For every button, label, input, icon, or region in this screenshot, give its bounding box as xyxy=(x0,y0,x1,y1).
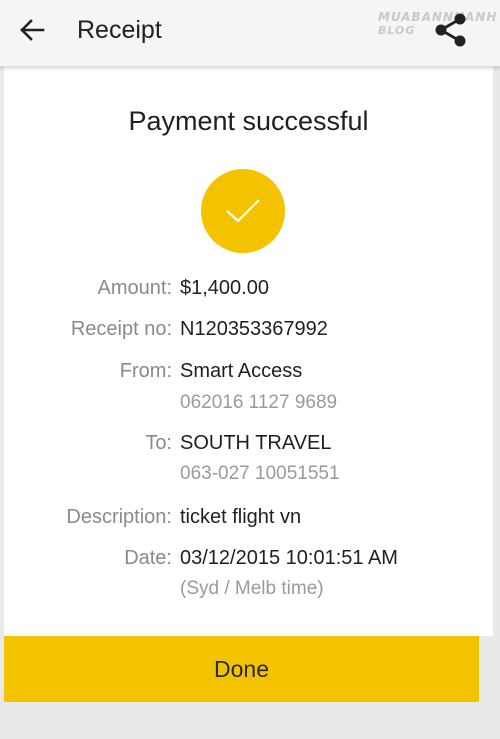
from-account-number: 062016 1127 9689 xyxy=(180,392,338,413)
from-row: From: Smart Access xyxy=(4,356,493,386)
app-bar: Receipt MUABANNHANH BLOG xyxy=(0,0,500,67)
amount-row: Amount: $1,400.00 xyxy=(4,273,493,303)
date-row: Date: 03/12/2015 10:01:51 AM xyxy=(4,543,493,573)
share-icon xyxy=(435,13,466,47)
to-label: To: xyxy=(145,432,172,454)
share-button[interactable] xyxy=(430,8,472,52)
from-label: From: xyxy=(119,360,172,382)
description-label: Description: xyxy=(66,506,172,528)
to-account-number: 063-027 10051551 xyxy=(180,463,340,484)
receipt-no-row: Receipt no: N120353367992 xyxy=(4,314,493,344)
arrow-left-icon xyxy=(20,19,45,41)
receipt-no-value: N120353367992 xyxy=(180,318,328,340)
back-button[interactable] xyxy=(10,10,54,50)
receipt-card: Payment successful Amount: $1,400.00 Rec… xyxy=(4,66,493,636)
to-value: SOUTH TRAVEL xyxy=(180,432,332,454)
success-badge xyxy=(201,169,285,253)
date-timezone-note: (Syd / Melb time) xyxy=(180,578,324,599)
receipt-no-label: Receipt no: xyxy=(70,318,172,340)
from-value: Smart Access xyxy=(180,360,303,382)
page-title: Receipt xyxy=(77,16,162,44)
done-button[interactable]: Done xyxy=(4,636,479,702)
amount-value: $1,400.00 xyxy=(180,277,269,299)
amount-label: Amount: xyxy=(97,277,172,299)
payment-status-heading: Payment successful xyxy=(128,106,369,136)
date-value: 03/12/2015 10:01:51 AM xyxy=(180,547,398,569)
checkmark-icon xyxy=(226,199,260,223)
description-row: Description: ticket flight vn xyxy=(4,502,493,532)
date-label: Date: xyxy=(124,547,172,569)
description-value: ticket flight vn xyxy=(180,506,302,528)
done-button-label: Done xyxy=(214,655,269,682)
to-row: To: SOUTH TRAVEL xyxy=(4,428,493,458)
